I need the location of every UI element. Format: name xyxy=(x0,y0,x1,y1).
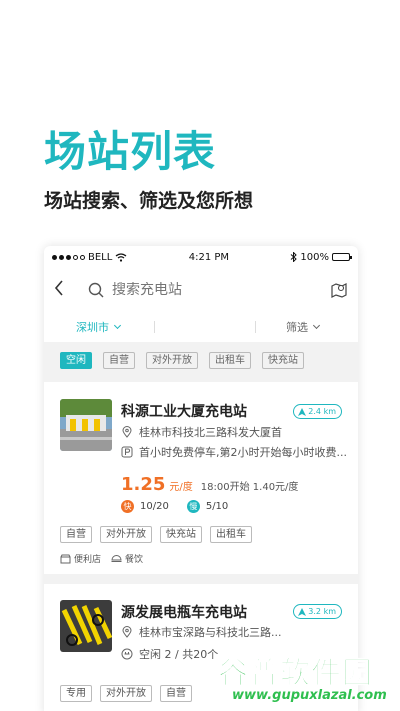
divider xyxy=(255,321,256,333)
city-filter-label: 深圳市 xyxy=(76,321,109,334)
watermark-url: www.gupuxlazal.com xyxy=(232,688,387,703)
signal-icon xyxy=(52,254,85,260)
status-time: 4:21 PM xyxy=(188,251,230,263)
distance-value: 3.2 km xyxy=(308,607,336,616)
price-note: 18:00开始 1.40元/度 xyxy=(200,482,299,493)
distance-badge: 3.2 km xyxy=(293,604,342,619)
watermark-logo: 谷普软件园 www.gupuxlazal.com xyxy=(210,640,400,711)
amenity-label: 餐饮 xyxy=(125,555,144,565)
status-bar: BELL 4:21 PM 100% xyxy=(44,246,358,268)
station-tag: 专用 xyxy=(60,685,92,702)
price-value: 1.25 xyxy=(121,474,166,495)
filter-bar: 深圳市 筛选 xyxy=(44,312,358,342)
charger-counts: 快 10/20 慢 5/10 xyxy=(121,500,228,513)
availability-line: 空闲 2 / 共20个 xyxy=(121,646,218,662)
fast-count: 10/20 xyxy=(140,501,169,512)
quick-filter-tags: 空闲 自营 对外开放 出租车 快充站 xyxy=(44,342,358,380)
chevron-down-icon xyxy=(312,321,321,330)
tag-taxi[interactable]: 出租车 xyxy=(209,352,251,369)
station-tag: 自营 xyxy=(60,526,92,543)
watermark-text: 谷普软件园 xyxy=(218,656,373,692)
store-icon xyxy=(60,554,71,563)
station-address: 桂林市科技北三路科发大厦首 xyxy=(139,426,282,439)
screen-filter[interactable]: 筛选 xyxy=(286,319,321,335)
station-card[interactable]: 科源工业大厦充电站 2.4 km 桂林市科技北三路科发大厦首 首小时免费停车,第… xyxy=(44,382,358,574)
station-tags: 自营 对外开放 快充站 出租车 xyxy=(60,526,252,543)
station-photo xyxy=(60,399,112,451)
station-name: 源发展电瓶车充电站 xyxy=(121,605,247,621)
carrier-label: BELL xyxy=(88,251,113,263)
amenity-label: 便利店 xyxy=(74,555,102,565)
station-tag: 出租车 xyxy=(210,526,252,543)
address-line: 桂林市科技北三路科发大厦首 xyxy=(121,424,282,440)
station-tags: 专用 对外开放 自营 xyxy=(60,685,192,702)
price-line: 1.25 元/度 18:00开始 1.40元/度 xyxy=(121,474,298,495)
slow-count: 5/10 xyxy=(205,501,229,512)
station-address: 桂林市宝深路与科技北三路... xyxy=(139,626,282,639)
wifi-icon xyxy=(115,252,127,262)
fast-badge-icon: 快 xyxy=(121,500,134,513)
tag-self-operated[interactable]: 自营 xyxy=(103,352,135,369)
station-photo xyxy=(60,600,112,652)
bluetooth-icon xyxy=(291,252,298,262)
search-input[interactable] xyxy=(112,282,312,298)
divider xyxy=(154,321,155,333)
battery-percent: 100% xyxy=(300,251,329,263)
amenities: 便利店 餐饮 xyxy=(60,552,143,565)
distance-badge: 2.4 km xyxy=(293,404,342,419)
tag-open[interactable]: 对外开放 xyxy=(146,352,198,369)
screen-filter-label: 筛选 xyxy=(286,321,308,334)
station-tag: 快充站 xyxy=(160,526,202,543)
slow-badge-icon: 慢 xyxy=(186,500,200,513)
tag-fast-charge[interactable]: 快充站 xyxy=(262,352,304,369)
station-tag: 对外开放 xyxy=(100,526,152,543)
navigate-icon xyxy=(298,407,307,416)
search-icon xyxy=(88,282,104,298)
search-bar xyxy=(44,268,358,312)
battery-icon xyxy=(332,253,352,261)
tag-idle[interactable]: 空闲 xyxy=(60,352,92,369)
screen: 场站列表 场站搜索、筛选及您所想 BELL 4:21 PM 100% 搜索充电站… xyxy=(0,0,400,711)
location-icon xyxy=(122,426,132,438)
city-filter[interactable]: 深圳市 xyxy=(76,319,122,335)
address-line: 桂林市宝深路与科技北三路... xyxy=(121,624,282,640)
station-tag: 对外开放 xyxy=(100,685,152,702)
navigate-icon xyxy=(298,607,307,616)
station-name: 科源工业大厦充电站 xyxy=(121,404,247,420)
plug-icon xyxy=(121,648,133,660)
parking-line: 首小时免费停车,第2小时开始每小时收费... xyxy=(121,444,347,460)
map-icon[interactable] xyxy=(330,281,348,299)
back-icon[interactable] xyxy=(54,279,78,301)
chevron-down-icon xyxy=(113,321,122,330)
hero-subtitle: 场站搜索、筛选及您所想 xyxy=(44,190,254,212)
station-tag: 自营 xyxy=(160,685,192,702)
hero-title: 场站列表 xyxy=(44,127,217,176)
distance-value: 2.4 km xyxy=(308,407,336,416)
parking-icon xyxy=(121,446,133,458)
availability-text: 空闲 2 / 共20个 xyxy=(139,648,219,661)
price-unit: 元/度 xyxy=(169,482,193,493)
location-icon xyxy=(122,626,132,638)
food-icon xyxy=(111,554,122,562)
parking-info: 首小时免费停车,第2小时开始每小时收费... xyxy=(139,446,347,459)
